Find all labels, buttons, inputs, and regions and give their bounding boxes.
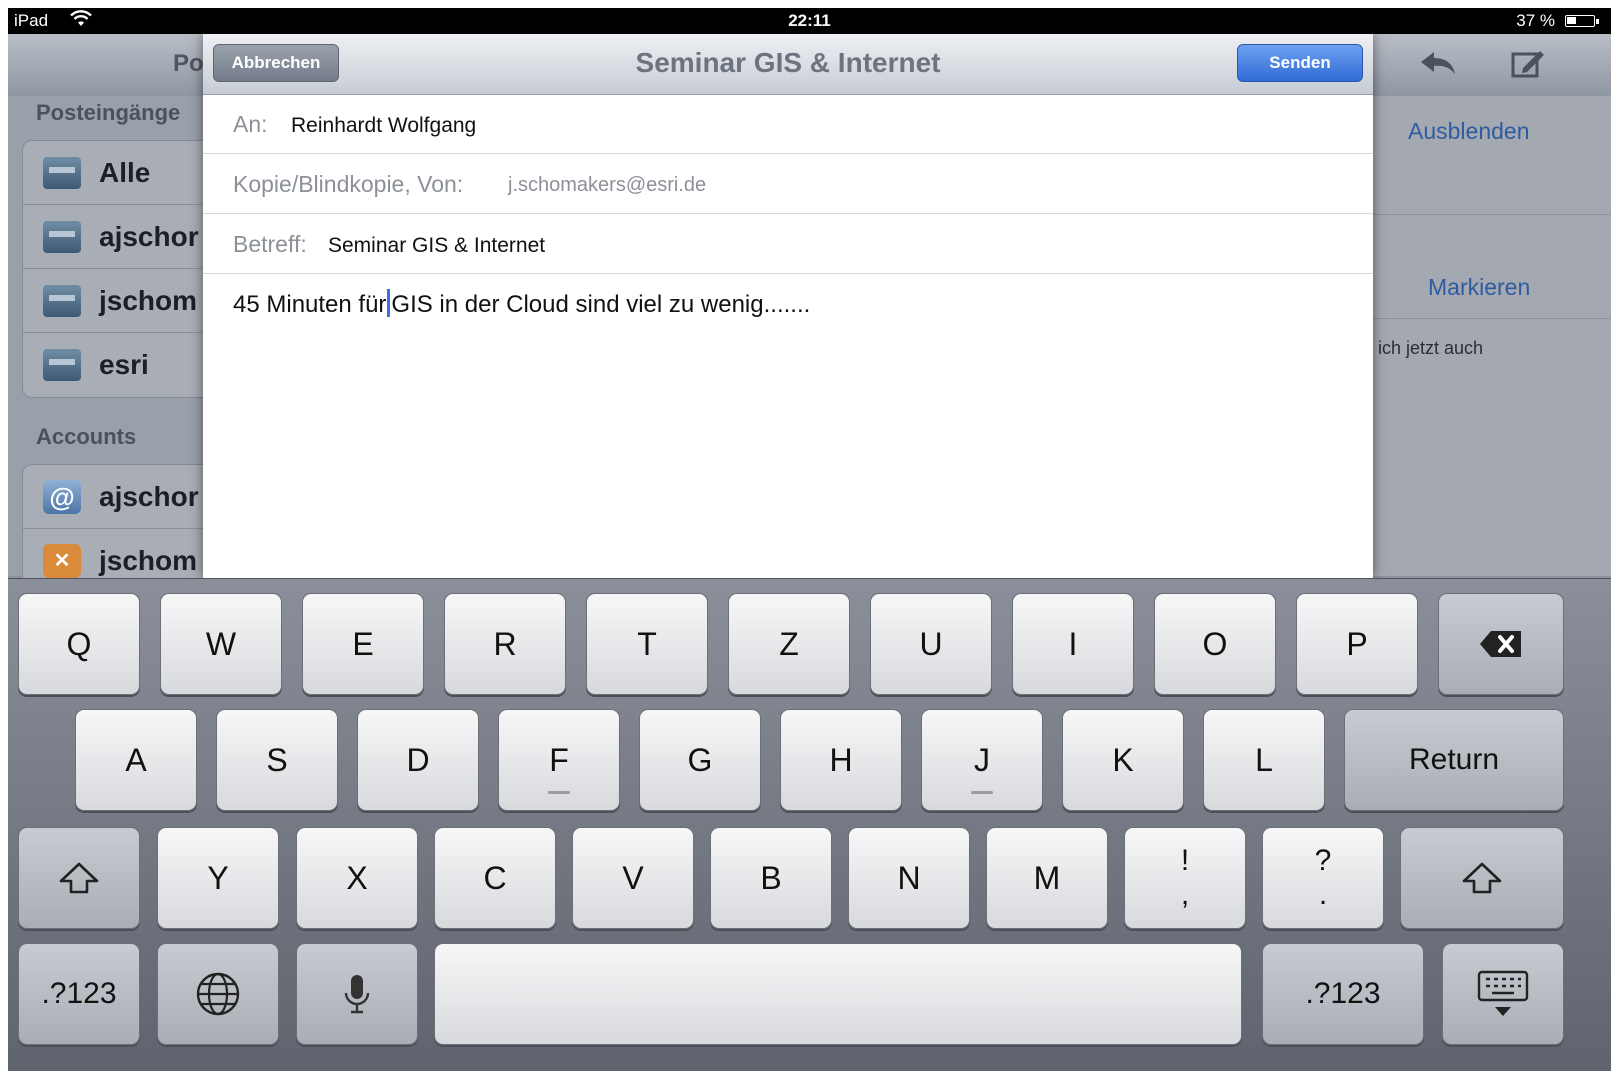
key-top-char: ! [1180,844,1190,877]
account-item[interactable]: @ ajschor [23,465,223,529]
key-j[interactable]: J [921,709,1043,811]
mailbox-list: Alle ajschor jschom esri [22,140,224,398]
shift-icon [1462,862,1502,894]
subject-field[interactable]: Betreff: Seminar GIS & Internet [203,214,1373,274]
mailbox-item[interactable]: jschom [23,269,223,333]
key-d[interactable]: D [357,709,479,811]
key-t[interactable]: T [586,593,708,695]
clock: 22:11 [788,11,831,30]
section-accounts: Accounts [36,424,137,449]
onscreen-keyboard: Q W E R T Z U I O P A S D F G H J K L Re… [8,578,1611,1071]
at-sign-icon: @ [43,479,81,514]
battery-percent: 37 % [1516,11,1555,30]
key-exclamation-comma[interactable]: ! , [1124,827,1246,929]
key-r[interactable]: R [444,593,566,695]
key-j-label: J [974,741,990,778]
battery-icon [1565,15,1599,27]
inbox-tray-icon [43,349,81,381]
space-bar[interactable] [434,943,1242,1045]
hide-keyboard-key[interactable] [1442,943,1564,1045]
globe-key[interactable] [157,943,279,1045]
keyboard-dismiss-icon [1477,970,1529,1016]
hide-link[interactable]: Ausblenden [1408,118,1530,145]
key-f[interactable]: F [498,709,620,811]
key-v[interactable]: V [572,827,694,929]
subject-input[interactable]: Seminar GIS & Internet [328,234,545,258]
key-bottom-char: . [1318,878,1328,911]
numbers-key-left[interactable]: .?123 [18,943,140,1045]
subject-label: Betreff: [233,231,307,257]
shift-key-left[interactable] [18,827,140,929]
ipad-screen: iPad 22:11 37 % Po Posteingänge Alle ajs… [8,8,1611,1071]
key-w[interactable]: W [160,593,282,695]
divider [1373,214,1611,215]
home-row-bump [971,791,993,794]
key-a[interactable]: A [75,709,197,811]
home-row-bump [548,791,570,794]
key-x[interactable]: X [296,827,418,929]
message-body[interactable]: 45 Minuten für GIS in der Cloud sind viel… [233,289,810,319]
compose-title: Seminar GIS & Internet [635,47,941,78]
message-snippet: ich jetzt auch [1378,338,1484,358]
key-n[interactable]: N [848,827,970,929]
globe-icon [196,972,240,1016]
inbox-tray-icon [43,284,81,317]
return-key[interactable]: Return [1344,709,1564,811]
key-y[interactable]: Y [157,827,279,929]
shift-icon [59,862,99,894]
status-bar: iPad 22:11 37 % [8,8,1611,34]
key-z[interactable]: Z [728,593,850,695]
key-c[interactable]: C [434,827,556,929]
to-field[interactable]: An: Reinhardt Wolfgang [203,94,1373,154]
key-q[interactable]: Q [18,593,140,695]
cc-from-label: Kopie/Blindkopie, Von: [233,171,464,197]
key-f-label: F [549,741,569,778]
send-button[interactable]: Senden [1237,44,1363,82]
mailbox-item[interactable]: Alle [23,141,223,205]
key-m[interactable]: M [986,827,1108,929]
divider [1373,318,1611,319]
key-i[interactable]: I [1012,593,1134,695]
account-list: @ ajschor ✕ jschom [22,464,224,586]
shift-key-right[interactable] [1400,827,1564,929]
compose-icon[interactable] [1510,48,1546,88]
key-e[interactable]: E [302,593,424,695]
backspace-key[interactable] [1438,593,1564,695]
key-h[interactable]: H [780,709,902,811]
message-list-pane: Ausblenden Markieren ich jetzt auch [1373,96,1611,576]
exchange-icon: ✕ [43,544,81,578]
inbox-tray-icon [43,156,81,189]
body-text-after-caret: GIS in der Cloud sind viel zu wenig.....… [391,291,811,318]
key-o[interactable]: O [1154,593,1276,695]
dictation-key[interactable] [296,943,418,1045]
key-bottom-char: , [1180,878,1190,911]
compose-toolbar: Abbrechen Seminar GIS & Internet Senden [203,34,1373,95]
mailbox-title-fragment: Po [173,50,204,77]
mark-link[interactable]: Markieren [1428,274,1530,301]
key-p[interactable]: P [1296,593,1418,695]
inbox-tray-icon [43,220,81,253]
from-address: j.schomakers@esri.de [508,174,707,196]
backspace-icon [1480,631,1521,657]
numbers-key-right[interactable]: .?123 [1262,943,1424,1045]
key-top-char: ? [1314,844,1332,877]
key-l[interactable]: L [1203,709,1325,811]
key-u[interactable]: U [870,593,992,695]
key-question-period[interactable]: ? . [1262,827,1384,929]
key-g[interactable]: G [639,709,761,811]
to-recipient[interactable]: Reinhardt Wolfgang [291,114,476,138]
compose-sheet: Abbrechen Seminar GIS & Internet Senden … [203,34,1373,578]
microphone-icon [344,975,370,1014]
reply-icon[interactable] [1418,48,1458,86]
mailbox-item[interactable]: ajschor [23,205,223,269]
mailbox-item[interactable]: esri [23,333,223,397]
key-s[interactable]: S [216,709,338,811]
cc-from-field[interactable]: Kopie/Blindkopie, Von: j.schomakers@esri… [203,154,1373,214]
section-inboxes: Posteingänge [36,100,181,125]
key-b[interactable]: B [710,827,832,929]
key-k[interactable]: K [1062,709,1184,811]
to-label: An: [233,111,268,137]
body-text-before-caret: 45 Minuten für [233,291,387,318]
text-caret [387,289,391,317]
